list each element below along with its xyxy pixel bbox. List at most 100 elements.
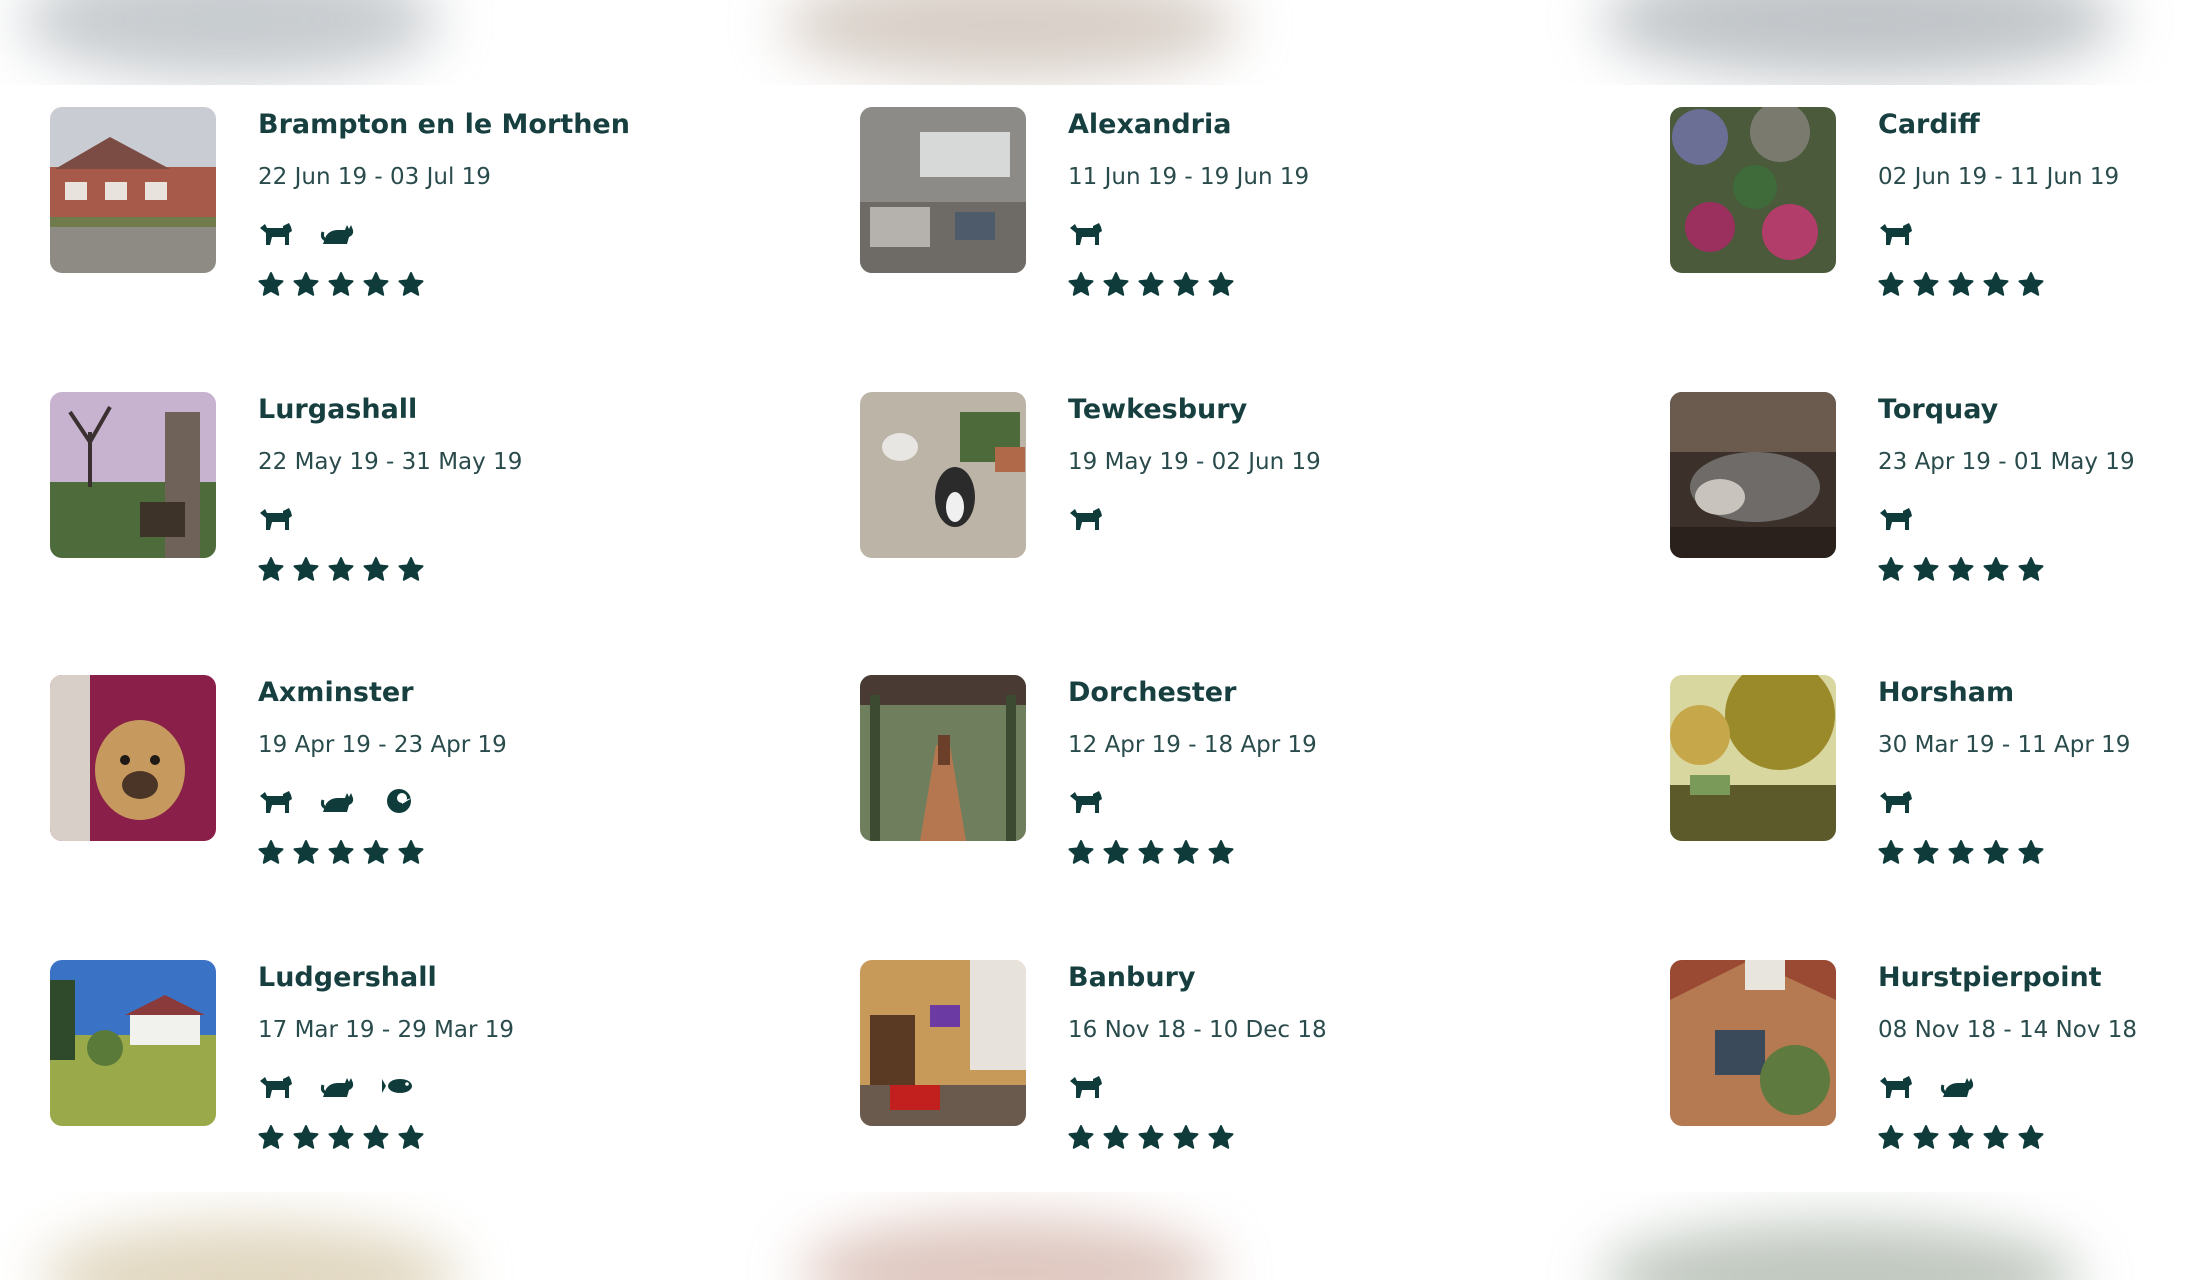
dog-icon [1068, 503, 1104, 533]
stay-location[interactable]: Torquay [1878, 394, 1998, 425]
stay-photo[interactable] [1670, 960, 1836, 1126]
stay-dates: 22 Jun 19 - 03 Jul 19 [258, 164, 491, 190]
stay-dates: 12 Apr 19 - 18 Apr 19 [1068, 732, 1317, 758]
stay-dates: 30 Mar 19 - 11 Apr 19 [1878, 732, 2131, 758]
bird-icon [382, 786, 418, 816]
star-icon [1913, 840, 1939, 866]
stay-card[interactable]: Hurstpierpoint 08 Nov 18 - 14 Nov 18 [1670, 938, 2200, 1158]
stay-card[interactable]: Brampton en le Morthen 22 Jun 19 - 03 Ju… [50, 85, 810, 305]
star-icon [1878, 1125, 1904, 1151]
star-icon [328, 840, 354, 866]
stay-dates: 19 May 19 - 02 Jun 19 [1068, 449, 1321, 475]
star-rating [1878, 1125, 2044, 1151]
stay-location[interactable]: Brampton en le Morthen [258, 109, 630, 140]
stay-location[interactable]: Alexandria [1068, 109, 1231, 140]
star-rating [1878, 272, 2044, 298]
stay-card[interactable]: Tewkesbury 19 May 19 - 02 Jun 19 [860, 370, 1620, 590]
stay-photo[interactable] [860, 960, 1026, 1126]
stay-photo[interactable] [1670, 392, 1836, 558]
stay-location[interactable]: Tewkesbury [1068, 394, 1247, 425]
stay-location[interactable]: Cardiff [1878, 109, 1980, 140]
star-icon [1913, 1125, 1939, 1151]
star-icon [293, 840, 319, 866]
stay-photo[interactable] [1670, 107, 1836, 273]
star-icon [1173, 1125, 1199, 1151]
stay-photo[interactable] [860, 675, 1026, 841]
living-room-photo [860, 107, 1026, 273]
stay-card[interactable]: Ludgershall 17 Mar 19 - 29 Mar 19 [50, 938, 810, 1158]
star-icon [398, 272, 424, 298]
star-icon [1878, 272, 1904, 298]
stay-dates: 17 Mar 19 - 29 Mar 19 [258, 1017, 515, 1043]
stay-dates: 02 Jun 19 - 11 Jun 19 [1878, 164, 2120, 190]
autumn-garden-photo [1670, 675, 1836, 841]
stay-photo[interactable] [50, 675, 216, 841]
dog-icon [1878, 1071, 1914, 1101]
dog-icon [1068, 786, 1104, 816]
star-icon [258, 1125, 284, 1151]
stay-card[interactable]: Cardiff 02 Jun 19 - 11 Jun 19 [1670, 85, 2200, 305]
star-icon [2018, 272, 2044, 298]
stay-card[interactable]: Axminster 19 Apr 19 - 23 Apr 19 [50, 653, 810, 873]
star-icon [363, 272, 389, 298]
star-icon [2018, 557, 2044, 583]
stay-dates: 11 Jun 19 - 19 Jun 19 [1068, 164, 1310, 190]
star-icon [293, 557, 319, 583]
star-icon [1068, 272, 1094, 298]
star-icon [1068, 840, 1094, 866]
stay-location[interactable]: Lurgashall [258, 394, 417, 425]
fireplace-room-photo [860, 960, 1026, 1126]
stay-card[interactable]: Banbury 16 Nov 18 - 10 Dec 18 [860, 938, 1620, 1158]
stay-location[interactable]: Axminster [258, 677, 414, 708]
stay-location[interactable]: Banbury [1068, 962, 1196, 993]
stay-location[interactable]: Ludgershall [258, 962, 437, 993]
star-icon [398, 840, 424, 866]
dog-icon [1878, 786, 1914, 816]
pet-icons [258, 783, 418, 819]
pergola-garden-photo [860, 675, 1026, 841]
dog-icon [1068, 218, 1104, 248]
stay-location[interactable]: Horsham [1878, 677, 2014, 708]
dog-patio-photo [860, 392, 1026, 558]
dog-icon [258, 1071, 294, 1101]
stay-card[interactable]: Dorchester 12 Apr 19 - 18 Apr 19 [860, 653, 1620, 873]
stay-card[interactable]: Alexandria 11 Jun 19 - 19 Jun 19 [860, 85, 1620, 305]
dog-icon [258, 786, 294, 816]
pet-icons [258, 1068, 418, 1104]
pet-icons [1878, 783, 1914, 819]
pet-icons [1068, 215, 1104, 251]
pet-icons [1068, 1068, 1104, 1104]
cat-icon [1940, 1071, 1976, 1101]
star-icon [1983, 557, 2009, 583]
cat-icon [320, 218, 356, 248]
stay-photo[interactable] [50, 392, 216, 558]
stay-photo[interactable] [860, 392, 1026, 558]
stay-photo[interactable] [860, 107, 1026, 273]
stay-location[interactable]: Dorchester [1068, 677, 1236, 708]
stay-photo[interactable] [50, 960, 216, 1126]
bottom-blurred-banner [0, 1192, 2200, 1280]
stay-dates: 08 Nov 18 - 14 Nov 18 [1878, 1017, 2138, 1043]
stay-location[interactable]: Hurstpierpoint [1878, 962, 2102, 993]
stay-card[interactable]: Horsham 30 Mar 19 - 11 Apr 19 [1670, 653, 2200, 873]
stay-card[interactable]: Lurgashall 22 May 19 - 31 May 19 [50, 370, 810, 590]
star-rating [1878, 840, 2044, 866]
star-icon [398, 1125, 424, 1151]
star-icon [1878, 557, 1904, 583]
stay-photo[interactable] [1670, 675, 1836, 841]
star-icon [1983, 1125, 2009, 1151]
star-icon [258, 840, 284, 866]
star-icon [328, 557, 354, 583]
cat-icon [320, 1071, 356, 1101]
garden-photo [1670, 107, 1836, 273]
star-icon [363, 1125, 389, 1151]
pet-icons [1878, 215, 1914, 251]
star-icon [1173, 272, 1199, 298]
dog-portrait-photo [50, 675, 216, 841]
cat-icon [320, 786, 356, 816]
star-icon [1948, 557, 1974, 583]
stay-card[interactable]: Torquay 23 Apr 19 - 01 May 19 [1670, 370, 2200, 590]
dog-icon [1068, 1071, 1104, 1101]
stay-photo[interactable] [50, 107, 216, 273]
garden-photo [50, 392, 216, 558]
